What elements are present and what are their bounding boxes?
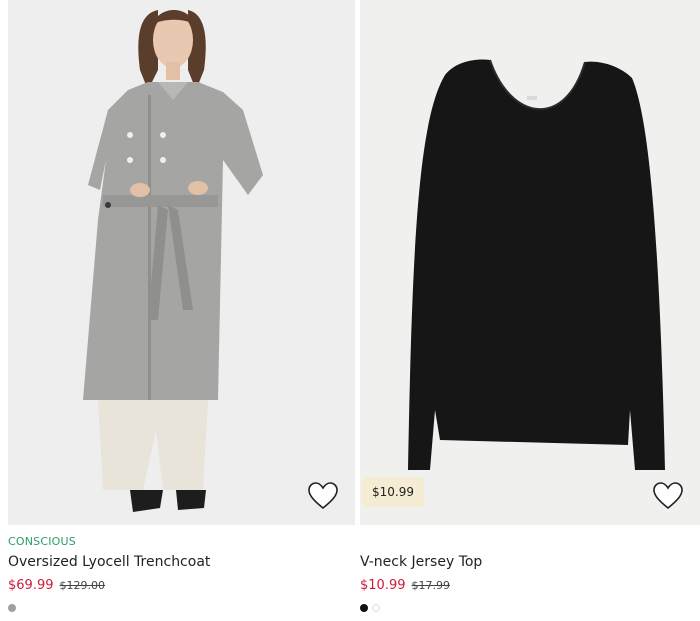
favorite-button[interactable] — [652, 481, 684, 511]
sale-price: $10.99 — [360, 578, 406, 593]
price-tag: $10.99 — [362, 477, 424, 507]
jersey-top-image — [360, 0, 700, 525]
favorite-button[interactable] — [307, 481, 339, 511]
product-price: $69.99 $129.00 — [8, 578, 355, 598]
sale-price: $69.99 — [8, 578, 54, 593]
color-swatch-white[interactable] — [372, 604, 380, 612]
trenchcoat-model-image — [8, 0, 355, 525]
heart-outline-icon — [308, 482, 338, 510]
color-swatch-grey[interactable] — [8, 604, 16, 612]
product-title[interactable]: V-neck Jersey Top — [360, 554, 700, 574]
product-price: $10.99 $17.99 — [360, 578, 700, 598]
original-price: $17.99 — [411, 579, 451, 592]
original-price: $129.00 — [59, 579, 106, 592]
product-card[interactable]: CONSCIOUS Oversized Lyocell Trenchcoat $… — [8, 0, 355, 612]
conscious-badge: CONSCIOUS — [8, 535, 76, 548]
product-title[interactable]: Oversized Lyocell Trenchcoat — [8, 554, 355, 574]
product-card[interactable]: $10.99 V-neck Jersey Top $10.99 $17.99 — [360, 0, 700, 612]
color-swatches — [360, 604, 700, 612]
color-swatches — [8, 604, 355, 612]
product-image[interactable]: $10.99 — [360, 0, 700, 525]
product-image[interactable] — [8, 0, 355, 525]
conscious-badge — [360, 535, 700, 550]
heart-outline-icon — [653, 482, 683, 510]
color-swatch-black[interactable] — [360, 604, 368, 612]
